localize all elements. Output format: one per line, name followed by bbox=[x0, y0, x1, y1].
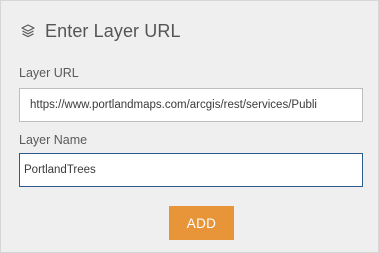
layer-name-label: Layer Name bbox=[19, 133, 88, 147]
enter-layer-url-panel: Enter Layer URL Layer URL Layer Name ADD bbox=[0, 0, 379, 253]
add-button[interactable]: ADD bbox=[169, 206, 234, 240]
layer-url-label: Layer URL bbox=[19, 66, 79, 80]
panel-header: Enter Layer URL bbox=[19, 19, 181, 43]
layer-name-input[interactable] bbox=[19, 153, 363, 187]
panel-title: Enter Layer URL bbox=[45, 20, 181, 41]
layers-icon bbox=[19, 22, 37, 40]
layer-url-input[interactable] bbox=[19, 88, 363, 122]
